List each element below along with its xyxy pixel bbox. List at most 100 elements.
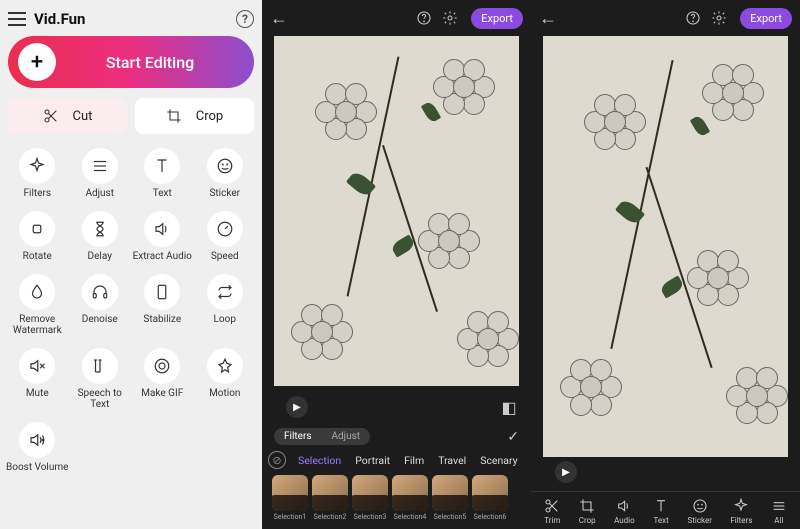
tab-adjust[interactable]: Adjust xyxy=(322,428,371,445)
filter-thumb[interactable]: Selection2 xyxy=(312,475,348,521)
boost-icon xyxy=(28,431,46,449)
tool-label: Boost Volume xyxy=(6,462,68,473)
tool-adjust[interactable]: Adjust xyxy=(69,144,132,203)
back-icon[interactable]: ← xyxy=(539,8,557,29)
sliders-icon xyxy=(91,157,109,175)
plus-icon: + xyxy=(18,43,56,81)
filter-thumb[interactable]: Selection6 xyxy=(472,475,508,521)
tool-label: Delay xyxy=(88,251,112,262)
export-button[interactable]: Export xyxy=(740,8,792,29)
editor-toolbar: Trim Crop Audio Text Sticker Filters All xyxy=(531,491,800,529)
play-button[interactable]: ▶ xyxy=(286,396,308,418)
tool-label: Stabilize xyxy=(143,314,181,325)
tool-grid: Filters Adjust Text Sticker Rotate Delay Extra… xyxy=(6,142,256,529)
start-editing-button[interactable]: + Start Editing xyxy=(8,36,254,88)
tool-label: Rotate xyxy=(23,251,52,262)
tool-label: Filters xyxy=(23,188,51,199)
text-icon xyxy=(153,157,171,175)
start-label: Start Editing xyxy=(66,53,234,72)
cut-button[interactable]: Cut xyxy=(8,98,127,134)
tool-motion[interactable]: Motion xyxy=(194,344,257,414)
tool-extract-audio[interactable]: Extract Audio xyxy=(131,207,194,266)
crop-button[interactable]: Crop xyxy=(135,98,254,134)
tool-rotate[interactable]: Rotate xyxy=(6,207,69,266)
smiley-icon xyxy=(216,157,234,175)
tool-speed[interactable]: Speed xyxy=(194,207,257,266)
cat-selection[interactable]: Selection xyxy=(292,452,347,469)
video-preview[interactable] xyxy=(274,36,519,386)
filter-thumb[interactable]: Selection5 xyxy=(432,475,468,521)
tool-label: Adjust xyxy=(85,188,114,199)
filter-thumb[interactable]: Selection4 xyxy=(392,475,428,521)
tool-label: Speed xyxy=(211,251,239,262)
gear-icon[interactable] xyxy=(441,9,459,27)
gif-icon xyxy=(153,357,171,375)
hourglass-icon xyxy=(91,220,109,238)
toolbar-all[interactable]: All xyxy=(771,498,787,525)
cat-travel[interactable]: Travel xyxy=(432,452,472,469)
tool-denoise[interactable]: Denoise xyxy=(69,270,132,340)
back-icon[interactable]: ← xyxy=(270,8,288,29)
stt-icon xyxy=(91,357,109,375)
mute-icon xyxy=(28,357,46,375)
tool-remove-watermark[interactable]: RemoveWatermark xyxy=(6,270,69,340)
tool-label: Mute xyxy=(26,388,49,399)
help-icon[interactable]: ? xyxy=(236,10,254,28)
headphones-icon xyxy=(91,283,109,301)
tool-label: Motion xyxy=(209,388,240,399)
filter-thumb[interactable]: Selection1 xyxy=(272,475,308,521)
video-preview[interactable] xyxy=(543,36,788,457)
help-icon[interactable] xyxy=(415,9,433,27)
main-editor: ← Export ▶ Trim Crop Audio Text Sticker Filte… xyxy=(531,0,800,529)
play-button[interactable]: ▶ xyxy=(555,461,577,483)
filter-categories[interactable]: ⊘ SelectionPortraitFilmTravelScenary xyxy=(262,449,531,471)
cat-portrait[interactable]: Portrait xyxy=(349,452,396,469)
filter-adjust-tabs[interactable]: Filters Adjust xyxy=(274,428,370,445)
tool-boost-volume[interactable]: Boost Volume xyxy=(6,418,69,477)
tool-make-gif[interactable]: Make GIF xyxy=(131,344,194,414)
toolbar-crop[interactable]: Crop xyxy=(579,498,596,525)
cat-film[interactable]: Film xyxy=(398,452,430,469)
crop-icon xyxy=(579,498,595,514)
filter-thumb[interactable]: Selection3 xyxy=(352,475,388,521)
tool-mute[interactable]: Mute xyxy=(6,344,69,414)
sparkle-icon xyxy=(28,157,46,175)
toolbar-filters[interactable]: Filters xyxy=(730,498,752,525)
tool-loop[interactable]: Loop xyxy=(194,270,257,340)
tool-label: Denoise xyxy=(82,314,118,325)
phone-icon xyxy=(153,283,171,301)
compare-icon[interactable]: ◧ xyxy=(499,397,519,417)
no-filter-icon[interactable]: ⊘ xyxy=(268,451,286,469)
home-panel: Vid.Fun ? + Start Editing Cut Crop Filte… xyxy=(0,0,262,529)
tool-label: Sticker xyxy=(209,188,240,199)
tab-filters[interactable]: Filters xyxy=(274,428,322,445)
scissors-icon xyxy=(544,498,560,514)
tool-text[interactable]: Text xyxy=(131,144,194,203)
tool-speech-text[interactable]: Speech toText xyxy=(69,344,132,414)
toolbar-audio[interactable]: Audio xyxy=(614,498,635,525)
filter-thumbnails: Selection1Selection2Selection3Selection4… xyxy=(262,471,531,529)
app-title: Vid.Fun xyxy=(34,10,236,28)
tool-label: Extract Audio xyxy=(133,251,192,262)
tool-label: Speech toText xyxy=(78,388,122,410)
tool-filters[interactable]: Filters xyxy=(6,144,69,203)
tool-stabilize[interactable]: Stabilize xyxy=(131,270,194,340)
smiley-icon xyxy=(692,498,708,514)
toolbar-text[interactable]: Text xyxy=(653,498,669,525)
toolbar-sticker[interactable]: Sticker xyxy=(688,498,712,525)
star-icon xyxy=(216,357,234,375)
tool-label: Loop xyxy=(214,314,236,325)
speaker-icon xyxy=(616,498,632,514)
export-button[interactable]: Export xyxy=(471,8,523,29)
confirm-icon[interactable]: ✓ xyxy=(507,429,519,445)
help-icon[interactable] xyxy=(684,9,702,27)
cat-scenary[interactable]: Scenary xyxy=(474,452,523,469)
text-icon xyxy=(653,498,669,514)
menu-icon[interactable] xyxy=(8,12,26,26)
sparkle-icon xyxy=(733,498,749,514)
gear-icon[interactable] xyxy=(710,9,728,27)
tool-delay[interactable]: Delay xyxy=(69,207,132,266)
menu-icon xyxy=(771,498,787,514)
tool-sticker[interactable]: Sticker xyxy=(194,144,257,203)
toolbar-trim[interactable]: Trim xyxy=(544,498,560,525)
